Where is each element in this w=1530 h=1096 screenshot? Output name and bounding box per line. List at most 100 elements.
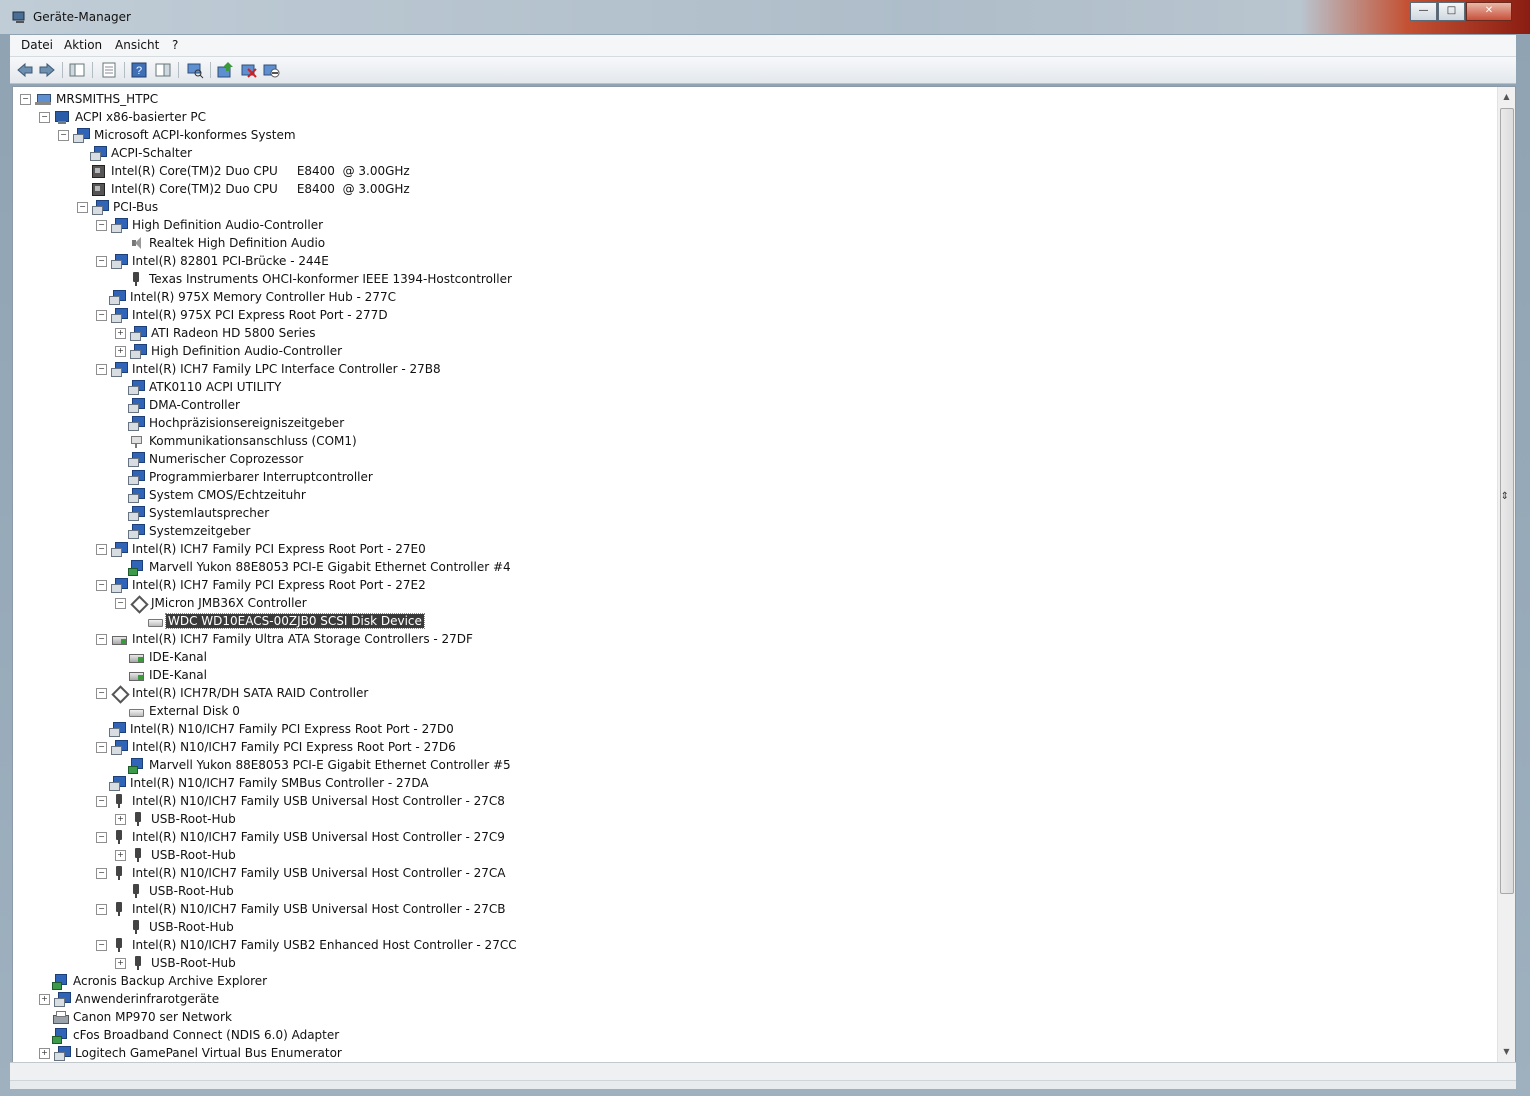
uninstall-icon[interactable]	[240, 61, 258, 79]
collapse-icon[interactable]: −	[77, 201, 88, 213]
tree-item[interactable]: External Disk 0	[115, 702, 242, 720]
tree-item[interactable]: Canon MP970 ser Network	[39, 1008, 234, 1026]
collapse-icon[interactable]: −	[58, 129, 69, 141]
tree-item[interactable]: − ACPI x86-basierter PC	[39, 108, 208, 126]
tree-item[interactable]: Intel(R) Core(TM)2 Duo CPU E8400 @ 3.00G…	[77, 180, 412, 198]
scroll-up-arrow-icon[interactable]: ▲	[1498, 89, 1515, 105]
horizontal-scrollbar[interactable]	[10, 1062, 1516, 1081]
collapse-icon[interactable]: −	[96, 309, 107, 321]
tree-item[interactable]: USB-Root-Hub	[115, 918, 236, 936]
collapse-icon[interactable]: −	[20, 93, 31, 105]
tree-item[interactable]: + USB-Root-Hub	[115, 846, 238, 864]
disable-icon[interactable]	[262, 61, 280, 79]
tree-item[interactable]: − Intel(R) 82801 PCI-Brücke - 244E	[96, 252, 331, 270]
tree-item[interactable]: − Intel(R) N10/ICH7 Family PCI Express Ro…	[96, 738, 458, 756]
tree-item[interactable]: DMA-Controller	[115, 396, 242, 414]
expand-icon[interactable]: +	[115, 345, 126, 357]
tree-item[interactable]: IDE-Kanal	[115, 666, 209, 684]
tree-item[interactable]: Hochpräzisionsereigniszeitgeber	[115, 414, 346, 432]
console-tree-icon[interactable]	[68, 61, 86, 79]
tree-item[interactable]: IDE-Kanal	[115, 648, 209, 666]
collapse-icon[interactable]: −	[96, 867, 107, 879]
tree-item[interactable]: Numerischer Coprozessor	[115, 450, 305, 468]
tree-item[interactable]: − Intel(R) ICH7 Family PCI Express Root P…	[96, 540, 428, 558]
update-driver-icon[interactable]	[216, 61, 234, 79]
tree-item[interactable]: − Intel(R) N10/ICH7 Family USB Universal …	[96, 792, 507, 810]
tree-item[interactable]: Intel(R) N10/ICH7 Family SMBus Controlle…	[96, 774, 431, 792]
scroll-down-arrow-icon[interactable]: ▼	[1498, 1044, 1515, 1060]
minimize-button[interactable]: —	[1410, 2, 1437, 21]
collapse-icon[interactable]: −	[96, 795, 107, 807]
expand-icon[interactable]: +	[115, 813, 126, 825]
forward-icon[interactable]	[38, 61, 56, 79]
tree-item[interactable]: USB-Root-Hub	[115, 882, 236, 900]
close-button[interactable]: ✕	[1466, 2, 1512, 21]
tree-item[interactable]: Marvell Yukon 88E8053 PCI-E Gigabit Ethe…	[115, 756, 513, 774]
tree-item[interactable]: − Intel(R) ICH7R/DH SATA RAID Controller	[96, 684, 370, 702]
tree-item[interactable]: Kommunikationsanschluss (COM1)	[115, 432, 359, 450]
collapse-icon[interactable]: −	[96, 219, 107, 231]
expand-icon[interactable]: +	[115, 849, 126, 861]
tree-item[interactable]: − Intel(R) N10/ICH7 Family USB Universal …	[96, 900, 508, 918]
title-bar[interactable]: Geräte-Manager — □ ✕	[0, 0, 1530, 34]
expand-icon[interactable]: +	[115, 957, 126, 969]
tree-item[interactable]: ATK0110 ACPI UTILITY	[115, 378, 283, 396]
menu-item[interactable]: Ansicht	[115, 38, 159, 52]
tree-item[interactable]: Programmierbarer Interruptcontroller	[115, 468, 375, 486]
collapse-icon[interactable]: −	[115, 597, 126, 609]
menu-item[interactable]: Datei	[21, 38, 53, 52]
maximize-button[interactable]: □	[1438, 2, 1465, 21]
collapse-icon[interactable]: −	[96, 741, 107, 753]
action-pane-icon[interactable]	[154, 61, 172, 79]
tree-item[interactable]: Marvell Yukon 88E8053 PCI-E Gigabit Ethe…	[115, 558, 513, 576]
collapse-icon[interactable]: −	[96, 687, 107, 699]
tree-item[interactable]: − Intel(R) ICH7 Family LPC Interface Cont…	[96, 360, 443, 378]
tree-item[interactable]: cFos Broadband Connect (NDIS 6.0) Adapte…	[39, 1026, 341, 1044]
tree-item[interactable]: − Intel(R) ICH7 Family PCI Express Root P…	[96, 576, 428, 594]
tree-item[interactable]: ACPI-Schalter	[77, 144, 194, 162]
tree-item[interactable]: − Intel(R) N10/ICH7 Family USB Universal …	[96, 828, 507, 846]
tree-item[interactable]: + Anwenderinfrarotgeräte	[39, 990, 221, 1008]
collapse-icon[interactable]: −	[96, 543, 107, 555]
tree-item[interactable]: − Intel(R) ICH7 Family Ultra ATA Storage …	[96, 630, 475, 648]
tree-item[interactable]: − JMicron JMB36X Controller	[115, 594, 309, 612]
tree-item[interactable]: Acronis Backup Archive Explorer	[39, 972, 269, 990]
properties-icon[interactable]	[100, 61, 118, 79]
tree-item[interactable]: Systemzeitgeber	[115, 522, 252, 540]
tree-item[interactable]: + USB-Root-Hub	[115, 810, 238, 828]
tree-item[interactable]: − PCI-Bus	[77, 198, 160, 216]
tree-item[interactable]: − Microsoft ACPI-konformes System	[58, 126, 298, 144]
tree-item[interactable]: Intel(R) Core(TM)2 Duo CPU E8400 @ 3.00G…	[77, 162, 412, 180]
help-icon[interactable]: ?	[130, 61, 148, 79]
tree-item[interactable]: + Logitech GamePanel Virtual Bus Enumerat…	[39, 1044, 344, 1062]
tree-item[interactable]: Systemlautsprecher	[115, 504, 271, 522]
menu-item[interactable]: Aktion	[64, 38, 102, 52]
tree-item[interactable]: − High Definition Audio-Controller	[96, 216, 325, 234]
collapse-icon[interactable]: −	[96, 939, 107, 951]
collapse-icon[interactable]: −	[96, 255, 107, 267]
collapse-icon[interactable]: −	[96, 579, 107, 591]
collapse-icon[interactable]: −	[96, 633, 107, 645]
tree-item[interactable]: − Intel(R) N10/ICH7 Family USB Universal …	[96, 864, 508, 882]
expand-icon[interactable]: +	[39, 993, 50, 1005]
tree-item[interactable]: − Intel(R) N10/ICH7 Family USB2 Enhanced …	[96, 936, 519, 954]
collapse-icon[interactable]: −	[96, 903, 107, 915]
collapse-icon[interactable]: −	[39, 111, 50, 123]
tree-item[interactable]: + USB-Root-Hub	[115, 954, 238, 972]
collapse-icon[interactable]: −	[96, 363, 107, 375]
tree-item[interactable]: Texas Instruments OHCI-konformer IEEE 13…	[115, 270, 514, 288]
menu-item[interactable]: ?	[172, 38, 178, 52]
back-icon[interactable]	[16, 61, 34, 79]
expand-icon[interactable]: +	[39, 1047, 50, 1059]
tree-item[interactable]: System CMOS/Echtzeituhr	[115, 486, 308, 504]
vertical-scrollbar[interactable]: ▲ ⇕ ▼	[1497, 87, 1515, 1062]
tree-item[interactable]: − MRSMITHS_HTPC	[20, 90, 160, 108]
tree-item[interactable]: − Intel(R) 975X PCI Express Root Port - 2…	[96, 306, 390, 324]
tree-item[interactable]: WDC WD10EACS-00ZJB0 SCSI Disk Device	[134, 612, 425, 630]
tree-item[interactable]: Intel(R) 975X Memory Controller Hub - 27…	[96, 288, 398, 306]
expand-icon[interactable]: +	[115, 327, 126, 339]
tree-item[interactable]: + High Definition Audio-Controller	[115, 342, 344, 360]
collapse-icon[interactable]: −	[96, 831, 107, 843]
scan-hardware-icon[interactable]	[186, 61, 204, 79]
tree-item[interactable]: + ATI Radeon HD 5800 Series	[115, 324, 317, 342]
